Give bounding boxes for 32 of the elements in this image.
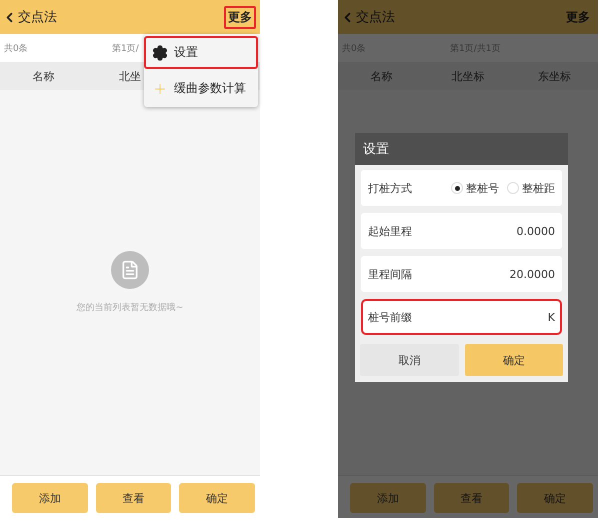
- cancel-button[interactable]: 取消: [360, 344, 458, 376]
- confirm-button[interactable]: 确定: [464, 344, 563, 376]
- setting-value[interactable]: 20.0000: [510, 268, 555, 280]
- column-title: 名称: [369, 68, 394, 84]
- action-button[interactable]: 查看: [96, 483, 172, 513]
- column-title: 北坐: [118, 68, 142, 84]
- setting-value[interactable]: 0.0000: [516, 224, 555, 238]
- more-button[interactable]: 更多: [224, 6, 256, 28]
- empty-message: 您的当前列表暂无数据哦~: [76, 302, 184, 314]
- settings-icon: [152, 44, 168, 60]
- dialog-title: 设置: [363, 141, 389, 158]
- record-count: 共0条: [4, 42, 29, 54]
- setting-label: 里程间隔: [368, 266, 412, 282]
- radio-button[interactable]: [507, 182, 519, 194]
- setting-label: 起始里程: [368, 224, 412, 238]
- document-icon: [111, 251, 149, 289]
- menu-item[interactable]: 设置: [144, 36, 258, 69]
- action-button[interactable]: 添加: [12, 483, 88, 513]
- column-title: 名称: [31, 68, 56, 84]
- setting-label: 桩号前缀: [368, 310, 412, 324]
- radio-option[interactable]: 整桩号: [451, 180, 499, 196]
- page-indicator: 第1页/: [112, 42, 139, 54]
- page-title: 交点法: [356, 9, 395, 26]
- setting-label: 打桩方式: [368, 180, 412, 196]
- page-title: 交点法: [18, 9, 57, 26]
- radio-button[interactable]: [451, 182, 463, 194]
- menu-item[interactable]: 缓曲参数计算: [144, 72, 258, 105]
- action-button[interactable]: 确定: [179, 483, 256, 513]
- column-title: 东坐标: [537, 68, 572, 84]
- radio-option[interactable]: 整桩距: [507, 180, 555, 196]
- setting-value[interactable]: K: [548, 310, 555, 324]
- column-title: 北坐标: [450, 68, 486, 84]
